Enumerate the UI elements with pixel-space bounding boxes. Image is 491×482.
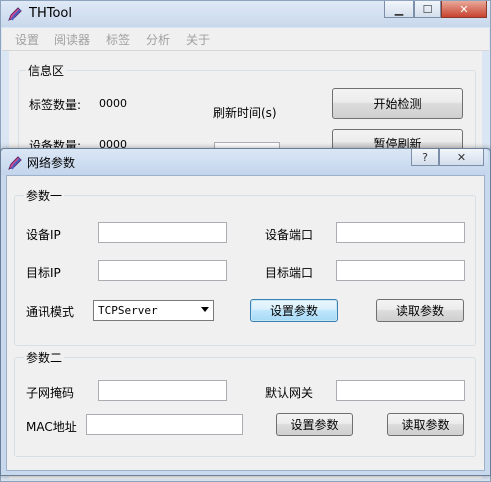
target-ip-input[interactable] [98, 260, 227, 281]
comm-mode-label: 通讯模式 [26, 305, 75, 319]
help-button[interactable]: ? [411, 149, 439, 166]
params-two-group [14, 357, 476, 457]
device-ip-label: 设备IP [26, 228, 61, 242]
close-icon: ✕ [459, 2, 469, 16]
help-icon: ? [422, 150, 428, 164]
menu-reader[interactable]: 阅读器 [54, 31, 90, 48]
target-port-input[interactable] [336, 260, 465, 281]
read-params-one-button[interactable]: 读取参数 [376, 299, 464, 322]
mac-address-input[interactable] [86, 414, 243, 435]
refresh-time-label: 刷新时间(s) [213, 106, 277, 120]
read-params-two-button[interactable]: 读取参数 [387, 413, 464, 436]
chevron-down-icon [201, 307, 209, 312]
subnet-mask-label: 子网掩码 [26, 386, 75, 400]
network-params-dialog: 网络参数 ? ✕ 参数一 设备IP 设备端口 目标IP 目标端口 通讯模式 TC… [0, 148, 491, 476]
main-titlebar: THTool ▁ ☐ ✕ [1, 1, 490, 27]
info-group-title: 信息区 [26, 62, 67, 79]
window-title: THTool [29, 6, 72, 21]
params-two-title: 参数二 [24, 349, 65, 366]
tag-count-value: 0000 [99, 97, 127, 110]
menu-settings[interactable]: 设置 [15, 31, 39, 48]
menubar: 设置 阅读器 标签 分析 关于 [2, 28, 489, 51]
mac-address-label: MAC地址 [26, 420, 77, 434]
set-params-one-button[interactable]: 设置参数 [250, 299, 338, 322]
set-params-two-button[interactable]: 设置参数 [276, 413, 353, 436]
gateway-label: 默认网关 [265, 386, 314, 400]
maximize-button[interactable]: ☐ [414, 1, 441, 18]
pencil-icon [8, 7, 22, 21]
device-port-label: 设备端口 [265, 228, 314, 242]
target-port-label: 目标端口 [265, 266, 314, 280]
dialog-close-button[interactable]: ✕ [439, 149, 484, 166]
dialog-body: 参数一 设备IP 设备端口 目标IP 目标端口 通讯模式 TCPServer 设… [6, 175, 485, 471]
menu-analysis[interactable]: 分析 [146, 31, 170, 48]
subnet-mask-input[interactable] [98, 380, 227, 401]
target-ip-label: 目标IP [26, 266, 61, 280]
maximize-icon: ☐ [422, 2, 433, 16]
menu-tags[interactable]: 标签 [106, 31, 130, 48]
gateway-input[interactable] [336, 380, 465, 401]
minimize-button[interactable]: ▁ [384, 1, 414, 18]
menu-about[interactable]: 关于 [186, 31, 210, 48]
close-button[interactable]: ✕ [441, 1, 487, 18]
minimize-icon: ▁ [394, 2, 404, 16]
device-port-input[interactable] [336, 222, 465, 243]
comm-mode-value: TCPServer [98, 304, 158, 317]
dialog-titlebar[interactable]: 网络参数 ? ✕ [1, 149, 488, 175]
close-icon: ✕ [456, 150, 467, 164]
tag-count-label: 标签数量: [29, 98, 82, 112]
comm-mode-select[interactable]: TCPServer [93, 300, 214, 321]
dialog-title: 网络参数 [27, 156, 76, 170]
device-ip-input[interactable] [98, 222, 227, 243]
params-one-title: 参数一 [24, 187, 65, 204]
start-detect-button[interactable]: 开始检测 [332, 88, 463, 119]
pencil-icon [8, 156, 22, 170]
